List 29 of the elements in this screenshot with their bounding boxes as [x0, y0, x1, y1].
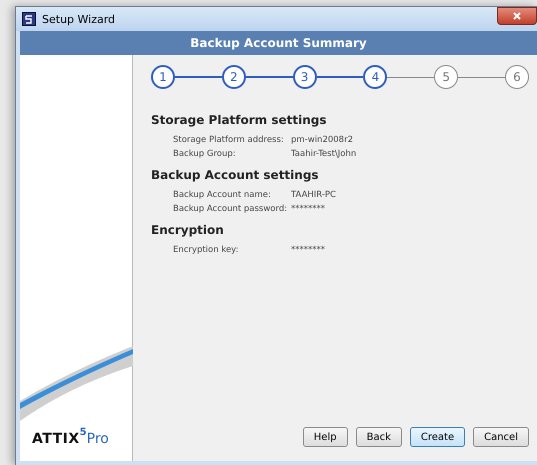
dialog-button[interactable]: Help [302, 427, 348, 447]
field-value: pm-win2008r2 [291, 134, 354, 146]
step-indicator: 1 [151, 65, 175, 89]
field-label: Encryption key: [173, 244, 240, 256]
section-heading: Backup Account settings [151, 168, 320, 182]
field-value: Taahir-Test\John [291, 148, 358, 160]
step-indicator: 6 [504, 65, 529, 89]
field-value: ******** [291, 244, 326, 256]
close-button[interactable] [497, 7, 537, 25]
field-value: ******** [291, 203, 326, 215]
section-heading: Storage Platform settings [151, 113, 328, 127]
field-label: Storage Platform address: [173, 134, 285, 146]
app-icon [22, 12, 36, 26]
dialog-button[interactable]: Cancel [473, 427, 529, 447]
dialog-button[interactable]: Back [356, 427, 402, 447]
product-logo: ATTIX$^{5}$Pro [31, 427, 110, 449]
step-indicator: 3 [292, 65, 317, 89]
window-title: Setup Wizard [42, 12, 116, 26]
field-label: Backup Account name: [173, 189, 272, 201]
close-icon [512, 11, 522, 21]
field-label: Backup Group: [173, 148, 237, 160]
section-heading: Encryption [151, 223, 225, 237]
page-header: Backup Account Summary [20, 31, 537, 55]
dialog-button[interactable]: Create [410, 427, 466, 447]
step-indicator: 4 [363, 65, 388, 89]
field-value: TAAHIR-PC [291, 189, 337, 201]
step-indicator: 5 [434, 65, 458, 89]
step-indicator: 2 [222, 65, 246, 89]
field-label: Backup Account password: [173, 203, 288, 215]
